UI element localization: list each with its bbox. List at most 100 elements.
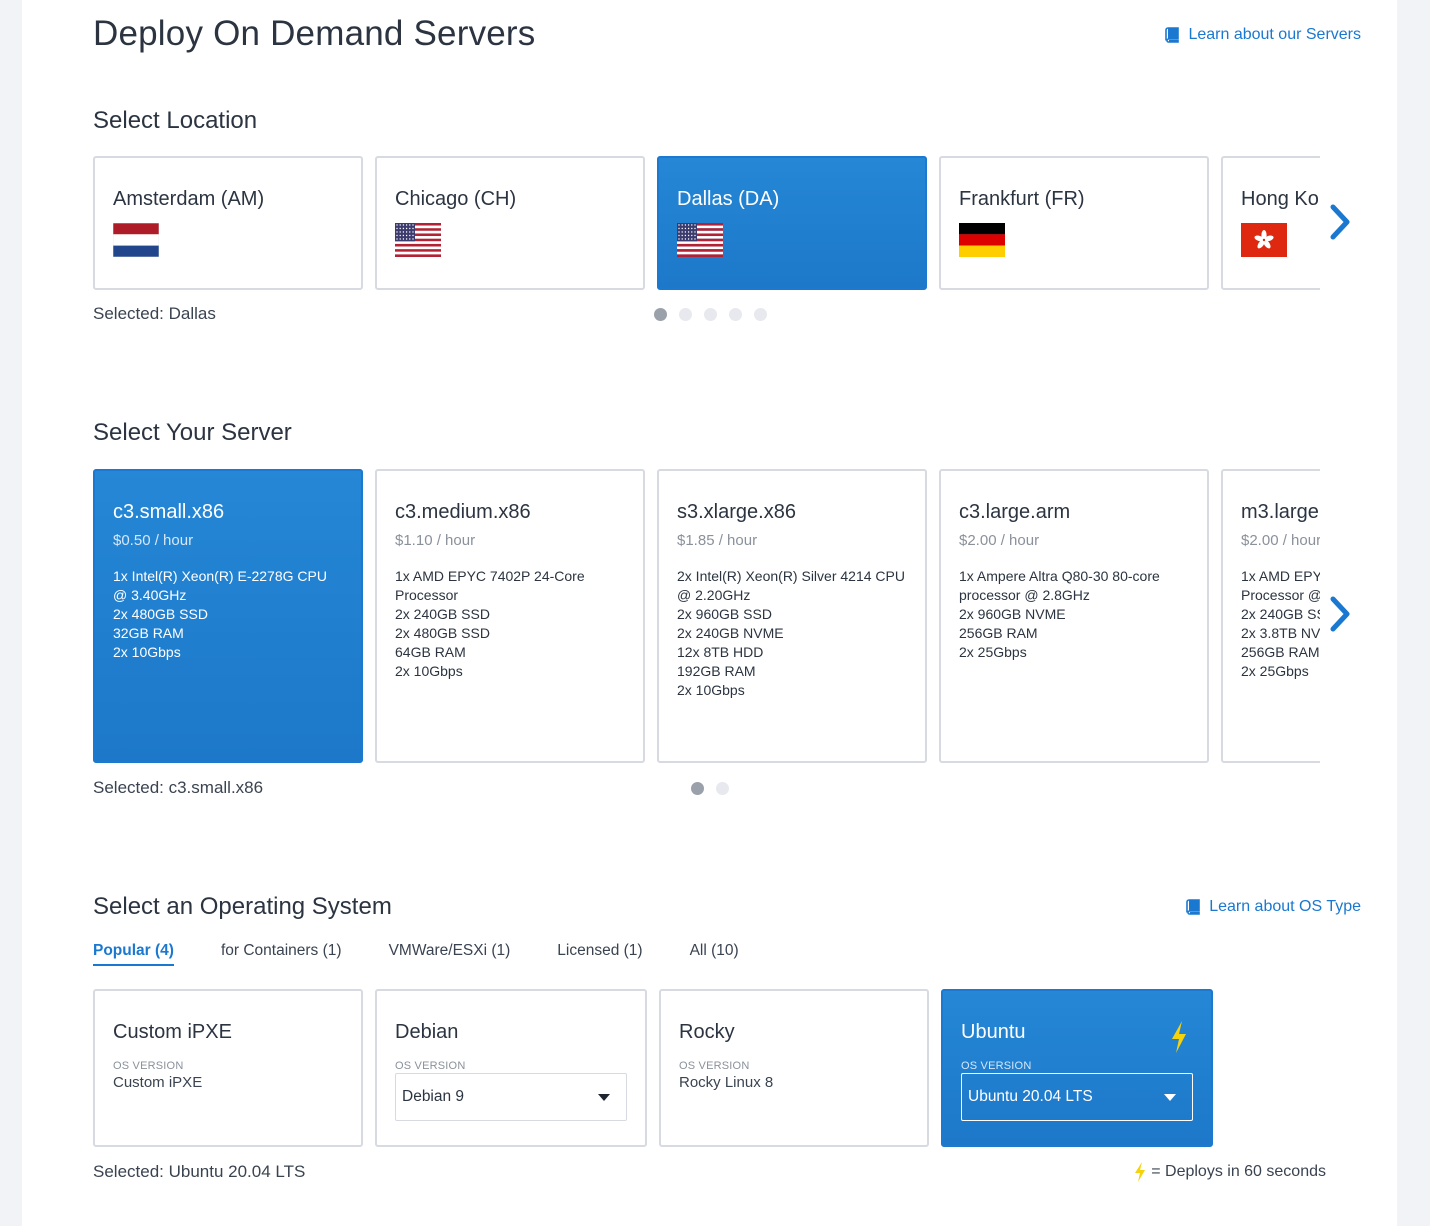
book-icon (1186, 899, 1200, 915)
pagination-dot[interactable] (679, 308, 692, 321)
os-tab[interactable]: Licensed (1) (557, 942, 642, 966)
server-price-value: $0.50 (113, 532, 151, 549)
location-name: Frankfurt (FR) (959, 188, 1085, 210)
caret-down-icon (1164, 1093, 1176, 1101)
pagination-dot[interactable] (754, 308, 767, 321)
pagination-dot[interactable] (716, 782, 729, 795)
server-specs: 1x Ampere Altra Q80-30 80-core processor… (959, 567, 1189, 662)
server-price: $1.10 / hour (395, 532, 625, 549)
server-pagination (691, 782, 729, 795)
location-card[interactable]: Chicago (CH) (375, 156, 645, 290)
os-version-value: Custom iPXE (113, 1074, 203, 1091)
location-card[interactable]: Amsterdam (AM) (93, 156, 363, 290)
page-title: Deploy On Demand Servers (93, 14, 536, 53)
fast-deploy-legend: = Deploys in 60 seconds (1133, 1162, 1326, 1182)
server-name: c3.medium.x86 (395, 501, 531, 523)
os-tab[interactable]: VMWare/ESXi (1) (389, 942, 511, 966)
us-flag-icon (677, 223, 723, 257)
os-tab[interactable]: Popular (4) (93, 942, 174, 966)
server-price-value: $1.10 (395, 532, 433, 549)
server-price-unit: / hour (718, 532, 758, 549)
os-name: Custom iPXE (113, 1021, 232, 1043)
location-section-title: Select Location (93, 107, 258, 134)
learn-os-link[interactable]: Learn about OS Type (1185, 898, 1361, 916)
server-spec-line: 1x Intel(R) Xeon(R) E-2278G CPU @ 3.40GH… (113, 568, 327, 603)
server-next-arrow-icon[interactable] (1325, 594, 1355, 634)
os-name: Debian (395, 1021, 459, 1043)
location-pagination (654, 308, 767, 321)
os-card[interactable]: Rocky OS VERSION Rocky Linux 8 (659, 989, 929, 1147)
os-version-select[interactable]: Debian 9 (395, 1073, 627, 1121)
os-version-label: OS VERSION (961, 1060, 1032, 1072)
server-card[interactable]: c3.small.x86 $0.50 / hour 1x Intel(R) Xeon… (93, 469, 363, 763)
location-selected-text: Selected: Dallas (93, 304, 216, 323)
server-spec-line: 2x 10Gbps (677, 682, 745, 698)
location-card[interactable]: Dallas (DA) (657, 156, 927, 290)
lightning-bolt-icon (1135, 1162, 1146, 1182)
os-card-row: Custom iPXE OS VERSION Custom iPXE Debian OS… (93, 989, 1213, 1147)
os-version-label: OS VERSION (395, 1060, 466, 1072)
pagination-dot[interactable] (729, 308, 742, 321)
server-spec-line: 2x 960GB SSD (677, 606, 772, 622)
server-selected-text: Selected: c3.small.x86 (93, 778, 264, 797)
os-tab[interactable]: for Containers (1) (221, 942, 342, 966)
os-tabs: Popular (4) for Containers (1) VMWare/ESXi… (93, 942, 739, 966)
server-price-unit: / hour (154, 532, 194, 549)
os-version-label: OS VERSION (113, 1060, 184, 1072)
os-card[interactable]: Ubuntu OS VERSION Ubuntu 20.04 LTS (941, 989, 1213, 1147)
location-name: Amsterdam (AM) (113, 188, 265, 210)
learn-servers-link[interactable]: Learn about our Servers (1164, 26, 1361, 44)
os-version-select[interactable]: Ubuntu 20.04 LTS (961, 1073, 1193, 1121)
server-spec-line: 2x 480GB SSD (395, 625, 490, 641)
location-next-arrow-icon[interactable] (1325, 202, 1355, 242)
server-price-value: $2.00 (959, 532, 997, 549)
server-spec-line: 2x 240GB SSD (395, 606, 490, 622)
server-spec-line: 64GB RAM (395, 644, 466, 660)
server-price: $2.00 / hour (1241, 532, 1320, 549)
server-name: m3.large.x86 (1241, 501, 1320, 523)
server-price-value: $2.00 (1241, 532, 1279, 549)
server-spec-line: 12x 8TB HDD (677, 644, 764, 660)
server-spec-line: 192GB RAM (677, 663, 756, 679)
server-card[interactable]: m3.large.x86 $2.00 / hour 1x AMD EPYC 7502… (1221, 469, 1320, 763)
location-name: Dallas (DA) (677, 188, 780, 210)
server-price: $1.85 / hour (677, 532, 907, 549)
server-carousel: c3.small.x86 $0.50 / hour 1x Intel(R) Xeon… (93, 469, 1320, 765)
server-name: c3.large.arm (959, 501, 1071, 523)
lightning-bolt-icon (1172, 1021, 1186, 1053)
os-tab[interactable]: All (10) (690, 942, 739, 966)
server-spec-line: 32GB RAM (113, 625, 184, 641)
server-spec-line: 2x 480GB SSD (113, 606, 208, 622)
netherlands-flag-icon (113, 223, 159, 257)
os-card[interactable]: Custom iPXE OS VERSION Custom iPXE (93, 989, 363, 1147)
location-card[interactable]: Frankfurt (FR) (939, 156, 1209, 290)
server-price: $0.50 / hour (113, 532, 343, 549)
server-specs: 1x AMD EPYC 7402P 24-Core Processor 2x 24… (395, 567, 625, 681)
server-card[interactable]: c3.large.arm $2.00 / hour 1x Ampere Altra … (939, 469, 1209, 763)
server-price-value: $1.85 (677, 532, 715, 549)
server-card[interactable]: s3.xlarge.x86 $1.85 / hour 2x Intel(R) Xeo… (657, 469, 927, 763)
server-track: c3.small.x86 $0.50 / hour 1x Intel(R) Xeon… (93, 469, 1320, 763)
germany-flag-icon (959, 223, 1005, 257)
os-name: Ubuntu (961, 1021, 1026, 1043)
server-section-title: Select Your Server (93, 419, 292, 446)
pagination-dot[interactable] (654, 308, 667, 321)
server-card[interactable]: c3.medium.x86 $1.10 / hour 1x AMD EPYC 740… (375, 469, 645, 763)
server-name: s3.xlarge.x86 (677, 501, 796, 523)
pagination-dot[interactable] (704, 308, 717, 321)
server-spec-line: 2x 240GB NVME (677, 625, 784, 641)
server-specs: 1x AMD EPYC 7502P 32-Core Processor @ 2.… (1241, 567, 1320, 681)
server-spec-line: 256GB RAM (959, 625, 1038, 641)
server-spec-line: 2x 240GB SSD (1241, 606, 1320, 622)
server-spec-line: 2x 25Gbps (959, 644, 1027, 660)
hong-kong-flag-icon (1241, 223, 1287, 257)
learn-servers-label: Learn about our Servers (1188, 26, 1361, 43)
us-flag-icon (395, 223, 441, 257)
learn-os-label: Learn about OS Type (1209, 898, 1361, 915)
pagination-dot[interactable] (691, 782, 704, 795)
os-version-value: Debian 9 (402, 1088, 465, 1105)
location-card[interactable]: Hong Kong (HK) (1221, 156, 1320, 290)
server-spec-line: 2x Intel(R) Xeon(R) Silver 4214 CPU @ 2.… (677, 568, 905, 603)
server-spec-line: 2x 960GB NVME (959, 606, 1066, 622)
os-card[interactable]: Debian OS VERSION Debian 9 (375, 989, 647, 1147)
